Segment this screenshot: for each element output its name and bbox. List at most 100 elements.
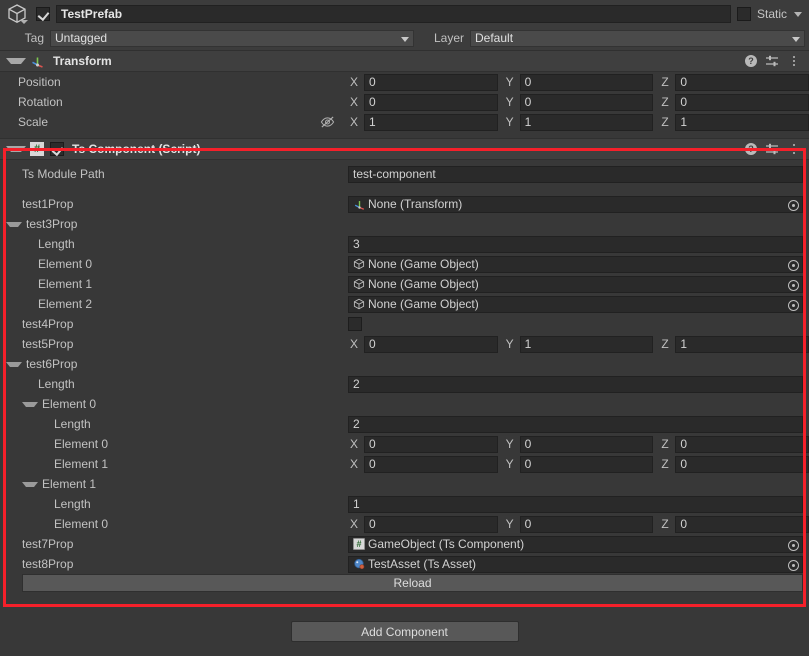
row-label: Rotation (18, 95, 63, 109)
preset-sliders-icon[interactable] (765, 54, 779, 68)
test6Prop-element-0-element-1-z-input[interactable]: 0 (675, 455, 809, 473)
object-picker-icon[interactable] (788, 279, 799, 291)
scale-y-input[interactable]: 1 (519, 113, 654, 131)
object-picker-icon[interactable] (788, 539, 799, 551)
tag-dropdown[interactable]: Untagged (50, 29, 414, 47)
row-label-wrap: Length (0, 374, 75, 394)
vector3-field: X 1 Y 1 Z 1 (348, 113, 809, 131)
object-reference-field: None (Transform) (348, 195, 803, 213)
help-icon[interactable]: ? (745, 143, 757, 155)
test6Prop-element-1-length-input[interactable]: 1 (348, 495, 803, 513)
foldout-arrow-icon[interactable] (22, 481, 38, 487)
object-reference-field: None (Game Object) (348, 255, 803, 273)
scale-z-input[interactable]: 1 (675, 113, 809, 131)
rotation-z-input[interactable]: 0 (675, 93, 809, 111)
axis-label-z: Z (661, 115, 669, 129)
position-z-input[interactable]: 0 (675, 73, 809, 91)
svg-text:#: # (356, 539, 361, 549)
object-picker-icon[interactable] (788, 259, 799, 271)
ts-module-path-row: Ts Module Path test-component (0, 164, 809, 184)
test3Prop-element-2-object-field[interactable]: None (Game Object) (348, 295, 803, 313)
test4Prop-row-checkbox[interactable] (348, 317, 362, 331)
vector3-field: X0Y1Z1 (348, 335, 809, 353)
scale-x-input[interactable]: 1 (364, 113, 498, 131)
row-label-wrap: Element 0 (0, 254, 92, 274)
test6Prop-element-1-element-0: Element 0X0Y0Z0 (0, 514, 809, 534)
csharp-script-icon: # (30, 142, 44, 156)
foldout-arrow-icon[interactable] (6, 221, 22, 227)
ts-component-foldout-arrow-icon[interactable] (6, 146, 26, 152)
test6Prop-element-1-element-0-y-input[interactable]: 0 (519, 515, 654, 533)
preset-sliders-icon[interactable] (765, 142, 779, 156)
row-label-wrap: test1Prop (0, 194, 73, 214)
object-picker-icon[interactable] (788, 199, 799, 211)
foldout-arrow-icon[interactable] (22, 401, 38, 407)
ts-module-path-input[interactable]: test-component (348, 165, 803, 183)
help-icon[interactable]: ? (745, 55, 757, 67)
axis-label-x: X (350, 115, 359, 129)
test6Prop-element-1-element-0-z-input[interactable]: 0 (675, 515, 809, 533)
object-name-input[interactable]: TestPrefab (56, 5, 731, 23)
test6Prop-element-0-element-0-y-input[interactable]: 0 (519, 435, 654, 453)
reload-button[interactable]: Reload (22, 574, 803, 592)
test3Prop-length-input[interactable]: 3 (348, 235, 803, 253)
position-y-input[interactable]: 0 (519, 73, 654, 91)
add-component-button[interactable]: Add Component (290, 621, 519, 642)
test7Prop-row: test7Prop # GameObject (Ts Component) (0, 534, 809, 554)
rotation-y-input[interactable]: 0 (519, 93, 654, 111)
vector3-field: X0Y0Z0 (348, 435, 809, 453)
test6Prop-element-0-length: Length 2 (0, 414, 809, 434)
kebab-menu-icon[interactable] (787, 54, 801, 68)
static-checkbox[interactable] (736, 7, 751, 21)
layer-dropdown[interactable]: Default (470, 29, 805, 47)
axis-label-z: Z (661, 517, 669, 531)
object-enabled-checkbox[interactable] (36, 7, 50, 21)
axis-label-z: Z (661, 95, 669, 109)
test3Prop-row: test3Prop (0, 214, 809, 234)
test5Prop-row-y-input[interactable]: 1 (519, 335, 654, 353)
ts-component-header[interactable]: # Ts Component (Script) ? (0, 138, 809, 160)
prefab-dropdown-arrow-icon[interactable] (20, 20, 28, 24)
test6Prop-element-0-element-0-x-input[interactable]: 0 (364, 435, 498, 453)
test6Prop-element-0-element-1-x-input[interactable]: 0 (364, 455, 498, 473)
test4Prop-row: test4Prop (0, 314, 809, 334)
eye-off-icon[interactable] (320, 115, 335, 129)
rotation-x-input[interactable]: 0 (364, 93, 498, 111)
prefab-cube-icon[interactable] (4, 1, 30, 27)
row-label-wrap: Element 0 (0, 434, 108, 454)
object-picker-icon[interactable] (788, 559, 799, 571)
test6Prop-row: test6Prop (0, 354, 809, 374)
test6Prop-length-input[interactable]: 2 (348, 375, 803, 393)
row-label: Length (54, 417, 91, 431)
test5Prop-row-z-input[interactable]: 1 (675, 335, 809, 353)
foldout-arrow-icon[interactable] (6, 361, 22, 367)
test7Prop-row-object-field[interactable]: # GameObject (Ts Component) (348, 535, 803, 553)
object-reference-field: None (Game Object) (348, 275, 803, 293)
static-dropdown-arrow-icon[interactable] (794, 11, 802, 17)
position-x-input[interactable]: 0 (364, 73, 498, 91)
test6Prop-element-1: Element 1 (0, 474, 809, 494)
test6Prop-element-1-element-0-x-input[interactable]: 0 (364, 515, 498, 533)
object-picker-icon[interactable] (788, 299, 799, 311)
test1Prop-row-object-field[interactable]: None (Transform) (348, 195, 803, 213)
test6Prop-element-0-element-0-z-input[interactable]: 0 (675, 435, 809, 453)
transform-component-header[interactable]: Transform ? (0, 50, 809, 72)
row-label: test6Prop (26, 357, 78, 371)
test6Prop-element-0-length-input[interactable]: 2 (348, 415, 803, 433)
test5Prop-row-x-input[interactable]: 0 (364, 335, 498, 353)
test8Prop-row-object-field[interactable]: TestAsset (Ts Asset) (348, 555, 803, 573)
transform-position-row: Position X 0 Y 0 Z 0 (0, 72, 809, 92)
test3Prop-element-1-object-field[interactable]: None (Game Object) (348, 275, 803, 293)
chevron-down-icon (401, 36, 409, 42)
transform-header-icons: ? (745, 54, 809, 68)
row-label-wrap: test8Prop (0, 554, 73, 574)
test6Prop-element-0-element-1-y-input[interactable]: 0 (519, 455, 654, 473)
row-label-wrap: Element 1 (0, 274, 92, 294)
ts-component-enabled-checkbox[interactable] (50, 142, 64, 156)
transform-foldout-arrow-icon[interactable] (6, 58, 26, 64)
test3Prop-element-0-object-field[interactable]: None (Game Object) (348, 255, 803, 273)
row-label: Element 1 (54, 457, 109, 471)
transform-body: Position X 0 Y 0 Z 0 Rotation X 0 Y 0 Z … (0, 72, 809, 138)
row-label: Element 2 (38, 297, 93, 311)
kebab-menu-icon[interactable] (787, 142, 801, 156)
